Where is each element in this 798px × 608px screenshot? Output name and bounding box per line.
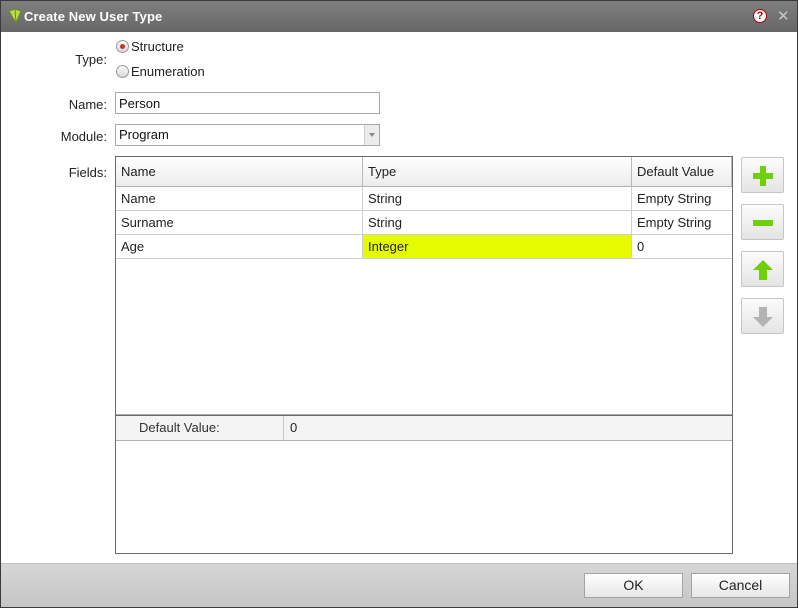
app-logo-icon xyxy=(7,8,23,25)
window-title: Create New User Type xyxy=(24,9,163,24)
minus-icon xyxy=(753,220,773,226)
create-user-type-dialog: Create New User Type ? ✕ Type: Structure… xyxy=(0,0,798,608)
module-select[interactable]: Program xyxy=(115,124,380,146)
table-header-row: Name Type Default Value xyxy=(116,157,732,187)
radio-enumeration-label: Enumeration xyxy=(131,64,205,79)
field-default-cell[interactable]: Empty String xyxy=(632,211,732,234)
ok-button[interactable]: OK xyxy=(584,573,683,598)
table-row[interactable]: Age Integer 0 xyxy=(116,235,732,259)
field-name-cell[interactable]: Age xyxy=(116,235,363,258)
column-header-default-value[interactable]: Default Value xyxy=(632,157,732,186)
column-header-type[interactable]: Type xyxy=(363,157,632,186)
arrow-down-icon xyxy=(753,307,773,327)
chevron-down-icon[interactable] xyxy=(364,125,379,145)
field-type-cell-selected[interactable]: Integer xyxy=(363,235,632,258)
arrow-up-icon xyxy=(753,260,773,280)
column-header-name[interactable]: Name xyxy=(116,157,363,186)
radio-enumeration-button[interactable] xyxy=(116,65,129,78)
table-row[interactable]: Surname String Empty String xyxy=(116,211,732,235)
remove-field-button[interactable] xyxy=(741,204,784,240)
close-icon[interactable]: ✕ xyxy=(777,7,790,25)
property-row: Default Value: 0 xyxy=(116,415,732,441)
field-type-cell[interactable]: String xyxy=(363,211,632,234)
field-type-cell[interactable]: String xyxy=(363,187,632,210)
help-icon[interactable]: ? xyxy=(753,9,767,23)
name-label: Name: xyxy=(68,97,107,112)
name-input[interactable] xyxy=(115,92,380,114)
field-name-cell[interactable]: Surname xyxy=(116,211,363,234)
type-label: Type: xyxy=(75,52,107,67)
module-selected-value: Program xyxy=(119,127,169,142)
title-bar[interactable]: Create New User Type ? ✕ xyxy=(1,1,797,32)
dialog-footer: OK Cancel xyxy=(1,563,797,607)
property-key: Default Value: xyxy=(116,416,284,440)
field-default-cell[interactable]: Empty String xyxy=(632,187,732,210)
fields-panel: Name Type Default Value Name String Empt… xyxy=(115,156,733,554)
fields-label: Fields: xyxy=(68,165,107,180)
plus-icon xyxy=(753,166,773,186)
add-field-button[interactable] xyxy=(741,157,784,193)
move-down-button[interactable] xyxy=(741,298,784,334)
radio-structure-label: Structure xyxy=(131,39,184,54)
property-value[interactable]: 0 xyxy=(290,416,297,440)
table-row[interactable]: Name String Empty String xyxy=(116,187,732,211)
radio-structure-button[interactable] xyxy=(116,40,129,53)
field-name-cell[interactable]: Name xyxy=(116,187,363,210)
field-default-cell[interactable]: 0 xyxy=(632,235,732,258)
move-up-button[interactable] xyxy=(741,251,784,287)
cancel-button[interactable]: Cancel xyxy=(691,573,790,598)
fields-table: Name Type Default Value Name String Empt… xyxy=(116,157,732,415)
module-label: Module: xyxy=(60,129,107,144)
